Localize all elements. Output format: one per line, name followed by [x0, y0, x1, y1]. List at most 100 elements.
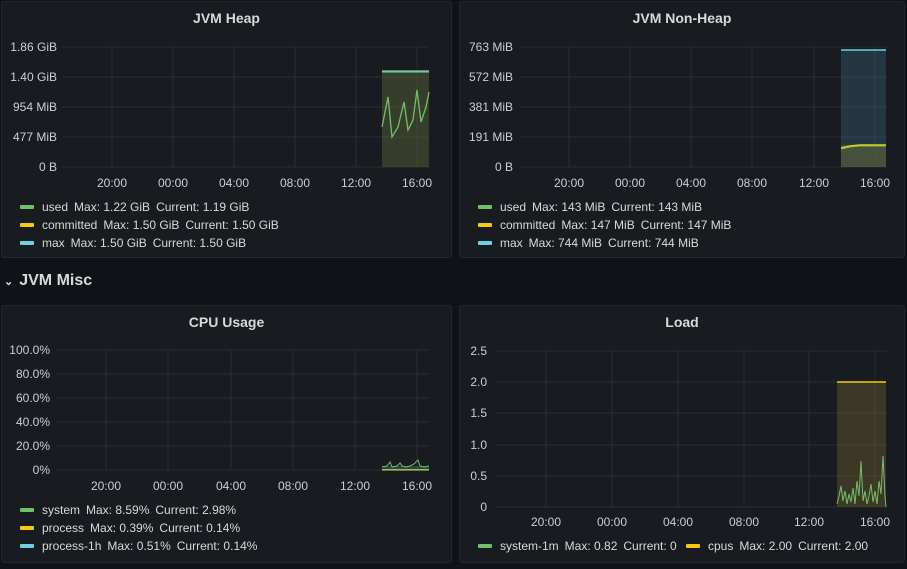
legend-name: committed — [42, 218, 98, 232]
legend-max: Max: 0.82 — [564, 539, 618, 553]
legend-name: used — [500, 200, 527, 214]
y-tick-label: 477 MiB — [13, 130, 57, 144]
legend-item-max[interactable]: max Max: 744 MiB Current: 744 MiB — [478, 236, 705, 250]
legend-current: Current: 2.98% — [155, 503, 237, 517]
x-tick-label: 00:00 — [153, 479, 183, 493]
cpu-usage-panel[interactable]: CPU Usage 100.0% 80.0% 60.0% 40.0% 20.0%… — [1, 305, 452, 563]
legend-current: Current: 2.00 — [798, 539, 869, 553]
legend-max: Max: 147 MiB — [561, 218, 635, 232]
x-tick-label: 00:00 — [158, 176, 188, 190]
y-tick-label: 40.0% — [16, 415, 50, 429]
legend-swatch — [478, 205, 492, 209]
y-tick-label: 0 — [480, 500, 487, 514]
row-title: JVM Misc — [19, 272, 93, 289]
legend-current: Current: 1.50 GiB — [152, 236, 247, 250]
legend-item-committed[interactable]: committed Max: 147 MiB Current: 147 MiB — [478, 218, 737, 232]
x-tick-label: 20:00 — [554, 176, 584, 190]
x-tick-label: 08:00 — [278, 479, 308, 493]
y-tick-label: 191 MiB — [469, 130, 513, 144]
chevron-down-icon[interactable]: ⌄ — [4, 275, 13, 288]
y-tick-label: 2.0 — [470, 375, 487, 389]
y-tick-label: 0.5 — [470, 469, 487, 483]
load-panel[interactable]: Load 2.5 2.0 1.5 1.0 0.5 0 20:00 00:00 0… — [459, 305, 905, 563]
y-tick-label: 100.0% — [9, 343, 50, 357]
y-tick-label: 1.5 — [470, 406, 487, 420]
x-tick-label: 04:00 — [216, 479, 246, 493]
legend-item-system-1m[interactable]: system-1m Max: 0.82 Current: 0 — [478, 539, 683, 553]
legend-swatch — [686, 544, 700, 548]
y-tick-label: 0 B — [495, 160, 513, 174]
legend-current: Current: 0.14% — [159, 521, 241, 535]
legend-name: system — [42, 503, 81, 517]
legend-current: Current: 1.50 GiB — [185, 218, 279, 232]
legend-name: system-1m — [500, 539, 559, 553]
legend-max: Max: 0.39% — [90, 521, 154, 535]
x-tick-label: 08:00 — [737, 176, 767, 190]
legend-name: process — [42, 521, 85, 535]
legend-current: Current: 744 MiB — [608, 236, 699, 250]
y-tick-label: 80.0% — [16, 367, 50, 381]
x-tick-label: 04:00 — [219, 176, 249, 190]
x-tick-label: 08:00 — [729, 515, 759, 529]
jvm-non-heap-panel[interactable]: JVM Non-Heap 763 MiB 572 MiB 381 MiB 191… — [459, 1, 905, 258]
x-tick-label: 20:00 — [531, 515, 561, 529]
y-tick-label: 1.86 GiB — [10, 40, 57, 54]
legend-swatch — [20, 205, 34, 209]
y-tick-label: 0 B — [39, 160, 57, 174]
legend-swatch — [20, 544, 34, 548]
legend-swatch — [478, 241, 492, 245]
legend-max: Max: 2.00 — [739, 539, 793, 553]
legend-swatch — [20, 241, 34, 245]
legend-swatch — [20, 526, 34, 530]
jvm-heap-panel[interactable]: JVM Heap 1.86 GiB 1.40 GiB 954 MiB 477 M… — [1, 1, 452, 258]
legend-current: Current: 0.14% — [176, 539, 258, 553]
legend-current: Current: 143 MiB — [611, 200, 703, 214]
legend-name: max — [42, 236, 65, 250]
x-tick-label: 12:00 — [794, 515, 824, 529]
committed-area — [841, 145, 886, 167]
legend-item-cpus[interactable]: cpus Max: 2.00 Current: 2.00 — [686, 539, 874, 553]
legend-max: Max: 8.59% — [86, 503, 150, 517]
legend-swatch — [20, 223, 34, 227]
x-tick-label: 04:00 — [663, 515, 693, 529]
legend-max: Max: 1.50 GiB — [103, 218, 180, 232]
x-tick-label: 00:00 — [597, 515, 627, 529]
legend-current: Current: 0 — [623, 539, 677, 553]
x-tick-label: 12:00 — [340, 479, 370, 493]
legend-name: max — [500, 236, 523, 250]
y-tick-label: 1.0 — [470, 438, 487, 452]
legend-item-max[interactable]: max Max: 1.50 GiB Current: 1.50 GiB — [20, 236, 252, 250]
x-tick-label: 16:00 — [860, 176, 890, 190]
legend-max: Max: 744 MiB — [528, 236, 603, 250]
legend-swatch — [20, 508, 34, 512]
x-tick-label: 16:00 — [402, 479, 432, 493]
x-tick-label: 08:00 — [280, 176, 310, 190]
y-tick-label: 60.0% — [16, 391, 50, 405]
row-header-jvm-misc[interactable]: ⌄ JVM Misc — [4, 272, 92, 290]
y-tick-label: 954 MiB — [13, 100, 57, 114]
legend-item-used[interactable]: used Max: 1.22 GiB Current: 1.19 GiB — [20, 200, 255, 214]
legend-item-process-1h[interactable]: process-1h Max: 0.51% Current: 0.14% — [20, 539, 263, 553]
legend-max: Max: 1.22 GiB — [74, 200, 151, 214]
x-tick-label: 20:00 — [91, 479, 121, 493]
x-tick-label: 20:00 — [97, 176, 127, 190]
x-tick-label: 04:00 — [676, 176, 706, 190]
legend-max: Max: 143 MiB — [532, 200, 606, 214]
legend-max: Max: 1.50 GiB — [70, 236, 147, 250]
legend-name: committed — [500, 218, 556, 232]
load-chart[interactable]: 2.5 2.0 1.5 1.0 0.5 0 20:00 00:00 04:00 … — [460, 306, 906, 564]
y-tick-label: 20.0% — [16, 439, 50, 453]
legend-name: cpus — [708, 539, 734, 553]
legend-swatch — [478, 223, 492, 227]
legend-name: process-1h — [42, 539, 102, 553]
y-tick-label: 0% — [33, 463, 51, 477]
legend-swatch — [478, 544, 492, 548]
x-tick-label: 00:00 — [615, 176, 645, 190]
legend-item-system[interactable]: system Max: 8.59% Current: 2.98% — [20, 503, 242, 517]
legend-current: Current: 1.19 GiB — [156, 200, 250, 214]
y-tick-label: 1.40 GiB — [10, 70, 57, 84]
legend-item-committed[interactable]: committed Max: 1.50 GiB Current: 1.50 Gi… — [20, 218, 285, 232]
legend-item-used[interactable]: used Max: 143 MiB Current: 143 MiB — [478, 200, 708, 214]
legend-max: Max: 0.51% — [107, 539, 171, 553]
legend-item-process[interactable]: process Max: 0.39% Current: 0.14% — [20, 521, 246, 535]
